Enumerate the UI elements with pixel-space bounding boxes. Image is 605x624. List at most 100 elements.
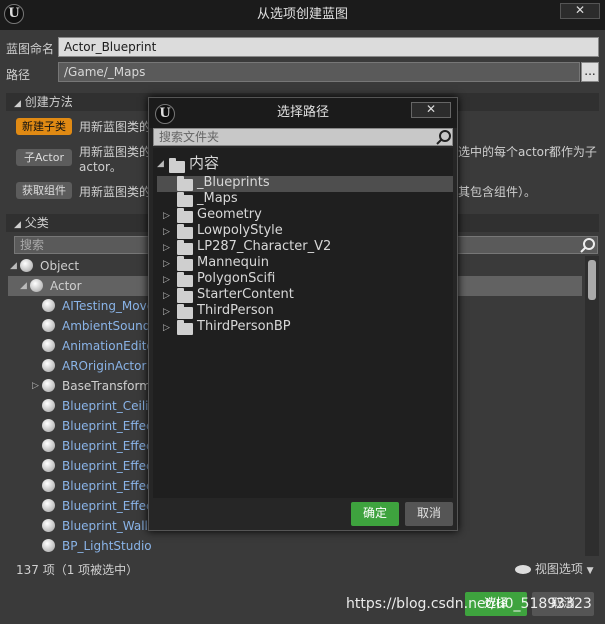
folder-label: _Maps bbox=[197, 191, 238, 206]
watermark-text: https://blog.csdn.net/u0_51893323 bbox=[346, 596, 592, 612]
browse-path-button[interactable]: ... bbox=[581, 62, 599, 82]
expand-arrow-icon[interactable]: ▷ bbox=[163, 320, 170, 336]
parent-class-title: 父类 bbox=[24, 216, 49, 230]
class-tree-label: BaseTransformG bbox=[62, 379, 161, 393]
folder-row[interactable]: _Blueprints bbox=[157, 175, 453, 192]
class-sphere-icon bbox=[30, 279, 43, 292]
dialog-title-bar: U 选择路径 ✕ bbox=[149, 98, 457, 128]
folder-root-row[interactable]: ◢ 内容 bbox=[157, 154, 453, 176]
class-tree-label: AnimationEditor bbox=[62, 339, 159, 353]
tree-expand-arrow-icon[interactable]: ▷ bbox=[32, 376, 39, 396]
window-close-button[interactable]: ✕ bbox=[560, 3, 600, 19]
folder-label: PolygonScifi bbox=[197, 271, 276, 286]
folder-search-input[interactable]: 搜索文件夹 bbox=[153, 128, 453, 146]
class-sphere-icon bbox=[42, 459, 55, 472]
select-path-dialog: U 选择路径 ✕ 搜索文件夹 ◢ 内容 _Blueprints _Maps ▷ Geo… bbox=[148, 97, 458, 531]
folder-icon bbox=[177, 224, 193, 239]
expand-arrow-icon[interactable]: ▷ bbox=[163, 240, 170, 256]
harvest-components-button[interactable]: 获取组件 bbox=[16, 182, 72, 199]
folder-label: StarterContent bbox=[197, 287, 294, 302]
class-sphere-icon bbox=[42, 319, 55, 332]
path-input[interactable]: /Game/_Maps bbox=[58, 62, 580, 82]
folder-icon bbox=[177, 272, 193, 287]
harvest-components-desc: 用新蓝图类的 bbox=[79, 185, 152, 199]
tree-expand-arrow-icon[interactable]: ◢ bbox=[10, 256, 17, 276]
class-tree-scrollbar[interactable] bbox=[585, 256, 599, 556]
dialog-close-button[interactable]: ✕ bbox=[411, 102, 451, 118]
folder-list: _Blueprints _Maps ▷ Geometry ▷ LowpolyStyle ▷ L… bbox=[153, 175, 453, 346]
scrollbar-thumb[interactable] bbox=[588, 260, 596, 300]
child-actor-button[interactable]: 子Actor bbox=[16, 149, 72, 166]
class-sphere-icon bbox=[42, 339, 55, 352]
folder-tree: ◢ 内容 _Blueprints _Maps ▷ Geometry ▷ LowpolySt… bbox=[153, 148, 453, 498]
item-count-text: 137 项（1 项被选中） bbox=[16, 563, 139, 577]
folder-icon bbox=[177, 208, 193, 223]
collapse-arrow-icon: ◢ bbox=[157, 159, 164, 169]
class-sphere-icon bbox=[42, 299, 55, 312]
chevron-down-icon: ▼ bbox=[586, 566, 594, 576]
class-sphere-icon bbox=[42, 399, 55, 412]
expand-arrow-icon[interactable]: ▷ bbox=[163, 224, 170, 240]
class-tree-label: Object bbox=[40, 259, 80, 273]
folder-open-icon bbox=[169, 158, 185, 173]
folder-row[interactable]: ▷ PolygonScifi bbox=[157, 271, 453, 288]
folder-label: ThirdPersonBP bbox=[197, 319, 291, 334]
expand-arrow-icon[interactable]: ▷ bbox=[163, 304, 170, 320]
folder-row[interactable]: ▷ LowpolyStyle bbox=[157, 223, 453, 240]
class-tree-row[interactable]: BP_LightStudio bbox=[8, 536, 582, 556]
folder-row[interactable]: ▷ Mannequin bbox=[157, 255, 453, 272]
expand-arrow-icon[interactable]: ▷ bbox=[163, 208, 170, 224]
collapse-arrow-icon: ◢ bbox=[14, 220, 21, 230]
create-method-title: 创建方法 bbox=[24, 95, 73, 109]
dialog-ok-button[interactable]: 确定 bbox=[351, 502, 399, 526]
view-options-label: 视图选项 bbox=[534, 562, 583, 576]
child-actor-desc-line2: actor。 bbox=[79, 160, 122, 174]
expand-arrow-icon[interactable]: ▷ bbox=[163, 256, 170, 272]
expand-arrow-icon[interactable]: ▷ bbox=[163, 288, 170, 304]
view-options-button[interactable]: 视图选项 ▼ bbox=[515, 560, 594, 577]
child-actor-desc-right: 选中的每个actor都作为子 bbox=[458, 145, 597, 159]
collapse-arrow-icon: ◢ bbox=[14, 99, 21, 109]
folder-row[interactable]: ▷ Geometry bbox=[157, 207, 453, 224]
harvest-components-desc-right: 其包含组件）。 bbox=[458, 185, 537, 199]
folder-icon bbox=[177, 192, 193, 207]
root-folder-label: 内容 bbox=[189, 154, 220, 172]
blueprint-name-label: 蓝图命名 bbox=[6, 42, 55, 56]
class-sphere-icon bbox=[42, 519, 55, 532]
search-icon[interactable] bbox=[580, 237, 596, 253]
class-sphere-icon bbox=[42, 379, 55, 392]
class-sphere-icon bbox=[42, 479, 55, 492]
folder-row[interactable]: ▷ ThirdPersonBP bbox=[157, 319, 453, 336]
dialog-cancel-button[interactable]: 取消 bbox=[405, 502, 453, 526]
expand-arrow-icon[interactable]: ▷ bbox=[163, 272, 170, 288]
blueprint-name-input[interactable]: Actor_Blueprint bbox=[58, 37, 599, 57]
folder-label: LP287_Character_V2 bbox=[197, 239, 332, 254]
folder-icon bbox=[177, 176, 193, 191]
class-sphere-icon bbox=[42, 419, 55, 432]
folder-row[interactable]: ▷ StarterContent bbox=[157, 287, 453, 304]
folder-icon bbox=[177, 288, 193, 303]
folder-row[interactable]: ▷ LP287_Character_V2 bbox=[157, 239, 453, 256]
folder-icon bbox=[177, 304, 193, 319]
class-sphere-icon bbox=[42, 439, 55, 452]
class-sphere-icon bbox=[42, 499, 55, 512]
folder-icon bbox=[177, 256, 193, 271]
folder-icon bbox=[177, 240, 193, 255]
tree-expand-arrow-icon[interactable]: ◢ bbox=[20, 276, 27, 296]
class-tree-label: Actor bbox=[50, 279, 82, 293]
folder-row[interactable]: _Maps bbox=[157, 191, 453, 208]
folder-label: Mannequin bbox=[197, 255, 270, 270]
new-subclass-desc: 用新蓝图类的 bbox=[79, 120, 152, 134]
class-sphere-icon bbox=[42, 359, 55, 372]
new-subclass-button[interactable]: 新建子类 bbox=[16, 118, 72, 135]
folder-label: Geometry bbox=[197, 207, 262, 222]
eye-icon bbox=[515, 565, 531, 574]
folder-row[interactable]: ▷ ThirdPerson bbox=[157, 303, 453, 320]
search-icon[interactable] bbox=[436, 129, 452, 145]
class-sphere-icon bbox=[42, 539, 55, 552]
class-sphere-icon bbox=[20, 259, 33, 272]
window-title: 从选项创建蓝图 bbox=[256, 7, 348, 22]
folder-icon bbox=[177, 320, 193, 335]
class-tree-label: BP_LightStudio bbox=[62, 539, 152, 553]
folder-label: _Blueprints bbox=[197, 175, 270, 190]
